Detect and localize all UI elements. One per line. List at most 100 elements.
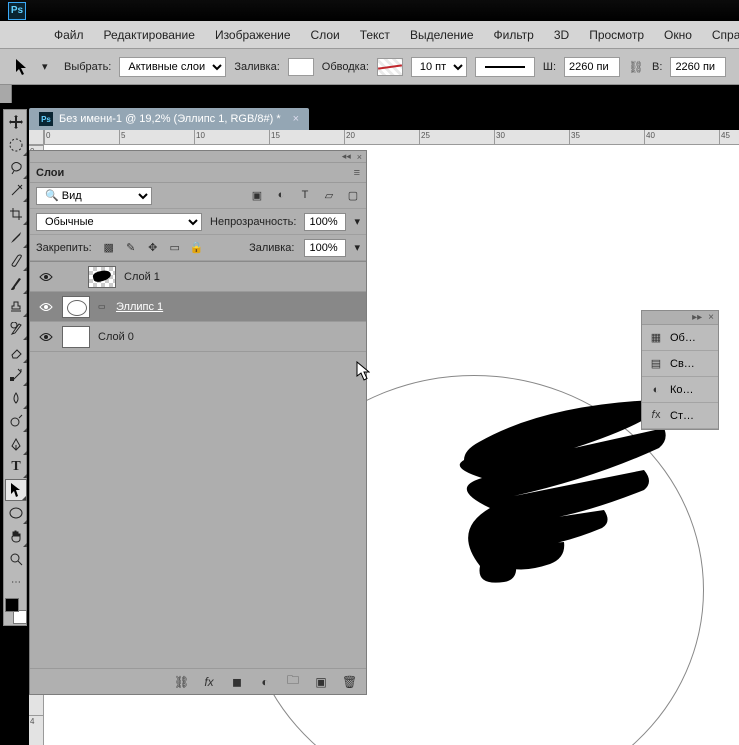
opacity-dropdown-icon[interactable]: ▾ bbox=[354, 215, 360, 228]
link-aspect-icon[interactable]: ⛓ bbox=[628, 59, 644, 75]
menu-select[interactable]: Выделение bbox=[400, 24, 484, 46]
layer-thumbnail[interactable] bbox=[62, 326, 90, 348]
gradient-tool-icon[interactable] bbox=[5, 364, 27, 386]
ruler-origin bbox=[29, 130, 44, 145]
close-document-icon[interactable]: × bbox=[293, 113, 299, 125]
layers-panel: ◂◂× Слои ≡ 🔍 Вид ▣ ◐ T ▱ ▢ Обычные Непро… bbox=[29, 150, 367, 695]
filter-type-icon[interactable]: T bbox=[298, 189, 312, 202]
menu-filter[interactable]: Фильтр bbox=[484, 24, 544, 46]
mini-panel-item[interactable]: ▦Об… bbox=[642, 325, 718, 351]
close-mini-icon[interactable]: × bbox=[708, 312, 714, 323]
layer-name[interactable]: Слой 0 bbox=[98, 331, 134, 343]
mini-panel-item[interactable]: ▤Св… bbox=[642, 351, 718, 377]
stroke-style-dropdown[interactable] bbox=[475, 57, 535, 77]
visibility-eye-icon[interactable] bbox=[38, 329, 54, 345]
menu-3d[interactable]: 3D bbox=[544, 24, 579, 46]
type-tool-icon[interactable]: T bbox=[5, 456, 27, 478]
pen-tool-icon[interactable] bbox=[5, 433, 27, 455]
background-color-swatch[interactable] bbox=[13, 610, 27, 624]
horizontal-ruler[interactable]: 051015202530354045 bbox=[44, 130, 739, 145]
eyedropper-tool-icon[interactable] bbox=[5, 226, 27, 248]
layer-thumbnail[interactable] bbox=[88, 266, 116, 288]
mini-panel-item[interactable]: ◐Ко… bbox=[642, 377, 718, 403]
lasso-tool-icon[interactable] bbox=[5, 157, 27, 179]
blur-tool-icon[interactable] bbox=[5, 387, 27, 409]
mini-panel-header[interactable]: ▸▸ × bbox=[642, 311, 718, 325]
lock-paint-icon[interactable]: ✎ bbox=[124, 241, 138, 254]
more-tools-icon[interactable]: ⋯ bbox=[5, 571, 27, 593]
shape-tool-icon[interactable] bbox=[5, 502, 27, 524]
mini-panel-item[interactable]: 𝑓xСт… bbox=[642, 403, 718, 429]
lock-position-icon[interactable]: ✥ bbox=[146, 241, 160, 254]
marquee-tool-icon[interactable] bbox=[5, 134, 27, 156]
active-tool-path-select-icon[interactable] bbox=[8, 55, 34, 79]
adjustment-layer-icon[interactable]: ◐ bbox=[258, 675, 272, 689]
layer-name[interactable]: Слой 1 bbox=[124, 271, 160, 283]
blend-mode-select[interactable]: Обычные bbox=[36, 213, 202, 231]
zoom-tool-icon[interactable] bbox=[5, 548, 27, 570]
fill-swatch[interactable] bbox=[288, 58, 314, 76]
stroke-width-input[interactable]: 10 пт bbox=[411, 57, 467, 77]
panel-tab-handle[interactable] bbox=[0, 85, 12, 103]
add-mask-icon[interactable]: ◼ bbox=[230, 675, 244, 689]
expand-icon[interactable]: ▸▸ bbox=[692, 312, 702, 323]
layer-name[interactable]: Эллипс 1 bbox=[116, 301, 163, 313]
foreground-color-swatch[interactable] bbox=[5, 598, 19, 612]
new-layer-icon[interactable]: ▣ bbox=[314, 675, 328, 689]
layer-filter-select[interactable]: 🔍 Вид bbox=[36, 187, 152, 205]
height-input[interactable] bbox=[670, 57, 726, 77]
document-tab[interactable]: Ps Без имени-1 @ 19,2% (Эллипс 1, RGB/8#… bbox=[29, 108, 309, 130]
menu-image[interactable]: Изображение bbox=[205, 24, 301, 46]
menu-layers[interactable]: Слои bbox=[301, 24, 350, 46]
filter-smart-icon[interactable]: ▢ bbox=[346, 189, 360, 202]
hand-tool-icon[interactable] bbox=[5, 525, 27, 547]
opacity-input[interactable] bbox=[304, 213, 346, 231]
lock-transparent-icon[interactable]: ▩ bbox=[102, 241, 116, 254]
fill-label: Заливка: bbox=[234, 61, 279, 73]
magic-wand-tool-icon[interactable] bbox=[5, 180, 27, 202]
filter-pixel-icon[interactable]: ▣ bbox=[250, 189, 264, 202]
menu-edit[interactable]: Редактирование bbox=[94, 24, 205, 46]
layer-row[interactable]: ▭Эллипс 1 bbox=[30, 292, 366, 322]
crop-tool-icon[interactable] bbox=[5, 203, 27, 225]
stroke-swatch[interactable] bbox=[377, 58, 403, 76]
layer-thumbnail[interactable] bbox=[62, 296, 90, 318]
history-brush-tool-icon[interactable] bbox=[5, 318, 27, 340]
link-layers-icon[interactable]: ⛓ bbox=[174, 675, 188, 689]
path-selection-tool-icon[interactable] bbox=[5, 479, 27, 501]
select-mode-label: Выбрать: bbox=[64, 61, 111, 73]
panel-menu-icon[interactable]: ≡ bbox=[344, 167, 360, 179]
brush-tool-icon[interactable] bbox=[5, 272, 27, 294]
group-icon[interactable]: 🗀 bbox=[286, 671, 300, 692]
collapse-icon[interactable]: ◂◂ bbox=[342, 151, 351, 162]
delete-layer-icon[interactable]: 🗑 bbox=[342, 675, 356, 689]
menu-view[interactable]: Просмотр bbox=[579, 24, 654, 46]
color-swatches[interactable] bbox=[5, 598, 27, 624]
menu-text[interactable]: Текст bbox=[350, 24, 400, 46]
menu-window[interactable]: Окно bbox=[654, 24, 702, 46]
fx-icon[interactable]: fx bbox=[202, 675, 216, 689]
menu-help[interactable]: Справка bbox=[702, 24, 739, 46]
eraser-tool-icon[interactable] bbox=[5, 341, 27, 363]
visibility-eye-icon[interactable] bbox=[38, 269, 54, 285]
lock-all-icon[interactable]: 🔒 bbox=[190, 241, 204, 254]
healing-brush-tool-icon[interactable] bbox=[5, 249, 27, 271]
layer-row[interactable]: Слой 0 bbox=[30, 322, 366, 352]
panel-collapse-strip[interactable]: ◂◂ × bbox=[30, 151, 366, 163]
lock-artboard-icon[interactable]: ▭ bbox=[168, 241, 182, 254]
visibility-eye-icon[interactable] bbox=[38, 299, 54, 315]
select-mode-dropdown[interactable]: Активные слои bbox=[119, 57, 226, 77]
tool-preset-dropdown-icon[interactable]: ▾ bbox=[42, 60, 56, 73]
filter-shape-icon[interactable]: ▱ bbox=[322, 189, 336, 202]
dodge-tool-icon[interactable] bbox=[5, 410, 27, 432]
close-panel-icon[interactable]: × bbox=[357, 152, 362, 162]
move-tool-icon[interactable] bbox=[5, 111, 27, 133]
fill-opacity-input[interactable] bbox=[304, 239, 346, 257]
fill-dropdown-icon[interactable]: ▾ bbox=[354, 241, 360, 254]
filter-adjust-icon[interactable]: ◐ bbox=[274, 189, 288, 202]
layers-tab[interactable]: Слои bbox=[36, 167, 64, 179]
layer-row[interactable]: Слой 1 bbox=[30, 262, 366, 292]
stamp-tool-icon[interactable] bbox=[5, 295, 27, 317]
width-input[interactable] bbox=[564, 57, 620, 77]
menu-file[interactable]: Файл bbox=[44, 24, 94, 46]
